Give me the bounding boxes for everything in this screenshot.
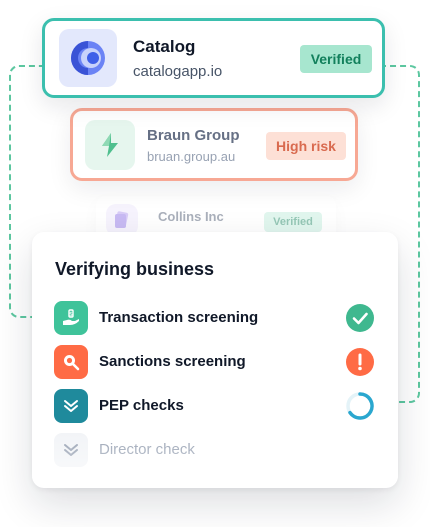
- business-name: Collins Inc: [158, 209, 224, 224]
- panel-title: Verifying business: [55, 259, 215, 279]
- status-badge: Verified: [300, 45, 372, 73]
- loading-spinner-icon: [345, 391, 375, 421]
- business-domain: bruan.group.au: [147, 149, 236, 164]
- business-domain: catalogapp.io: [133, 63, 223, 80]
- check-row-pep[interactable]: PEP checks: [54, 389, 376, 423]
- status-badge: High risk: [266, 132, 346, 160]
- svg-text:$: $: [69, 311, 73, 318]
- catalog-logo-icon: [59, 29, 117, 87]
- check-circle-icon: [345, 303, 375, 333]
- business-card-catalog[interactable]: Catalog catalogapp.io Verified: [42, 18, 385, 98]
- check-label: PEP checks: [99, 397, 184, 414]
- exclamation-circle-icon: [345, 347, 375, 377]
- business-card-braun[interactable]: Braun Group bruan.group.au High risk: [70, 108, 358, 181]
- check-row-sanctions[interactable]: Sanctions screening: [54, 345, 376, 379]
- braun-logo-icon: [85, 120, 135, 170]
- status-badge: Verified: [264, 212, 322, 232]
- check-label: Transaction screening: [99, 309, 259, 326]
- checklist-icon: [54, 433, 88, 467]
- check-label: Director check: [99, 441, 195, 458]
- business-name: Braun Group: [147, 127, 240, 144]
- check-row-transaction[interactable]: $ Transaction screening: [54, 301, 376, 335]
- check-label: Sanctions screening: [99, 353, 246, 370]
- verification-panel: Verifying business $ Transaction screeni…: [32, 232, 398, 488]
- money-hand-icon: $: [54, 301, 88, 335]
- checklist-icon: [54, 389, 88, 423]
- business-name: Catalog: [133, 37, 196, 56]
- check-row-director[interactable]: Director check: [54, 433, 376, 467]
- search-icon: [54, 345, 88, 379]
